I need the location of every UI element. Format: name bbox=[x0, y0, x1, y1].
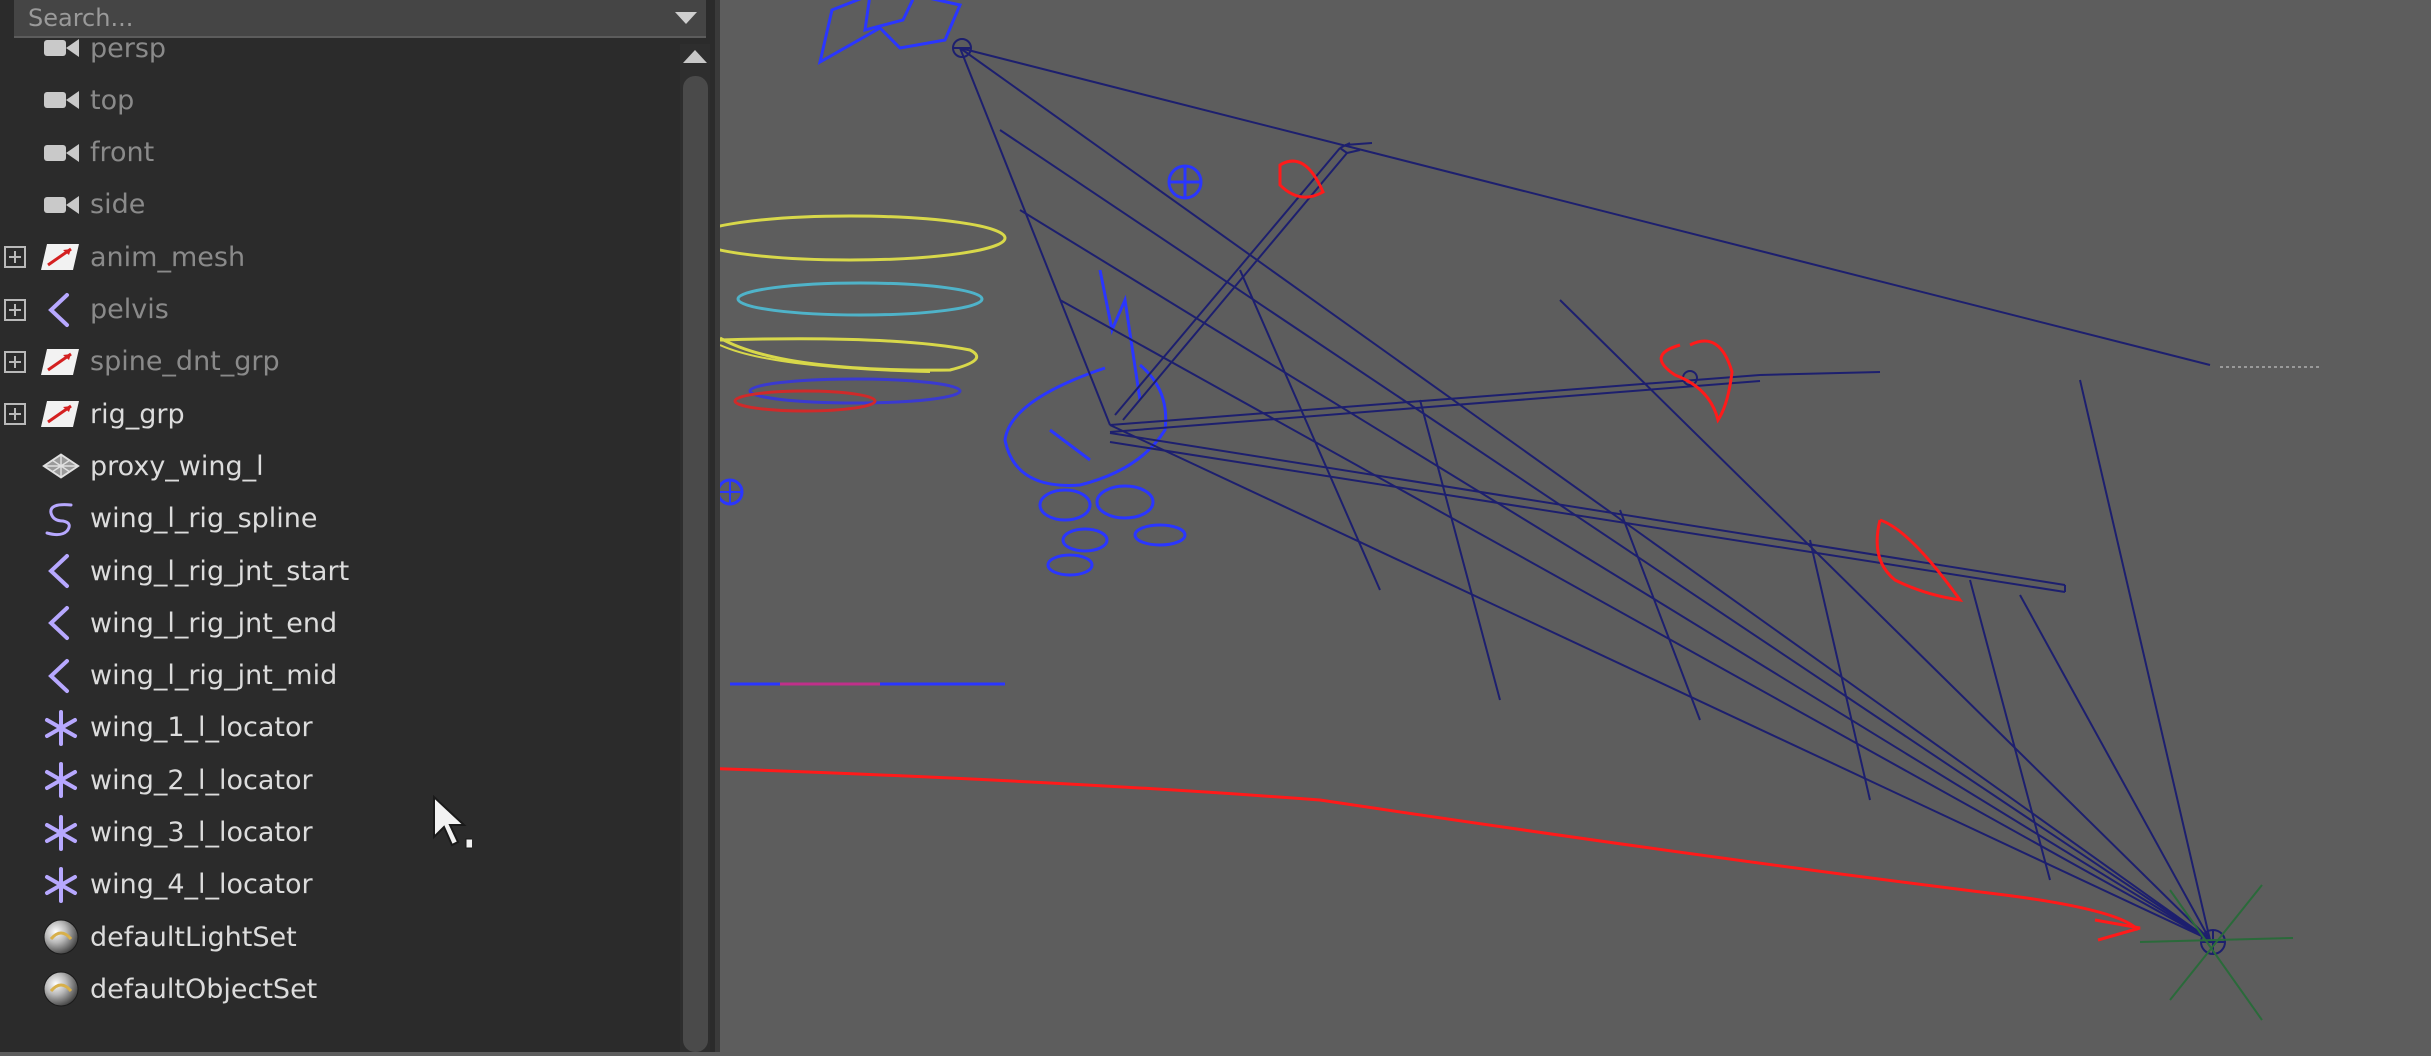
outliner-row[interactable]: side bbox=[0, 179, 680, 231]
outliner-item-label: anim_mesh bbox=[90, 241, 246, 273]
joint-icon bbox=[40, 602, 82, 644]
viewport-3d[interactable] bbox=[319, 0, 2431, 1052]
outliner-item-label: side bbox=[90, 189, 146, 221]
group-icon bbox=[40, 236, 82, 278]
outliner-item-label: wing_l_rig_jnt_mid bbox=[90, 660, 338, 692]
outliner-row[interactable]: pelvis bbox=[0, 284, 680, 336]
expand-icon[interactable] bbox=[4, 403, 26, 426]
camera-icon bbox=[40, 184, 82, 226]
viewport-canvas bbox=[319, 0, 2320, 1021]
outliner-row[interactable]: wing_4_l_locator bbox=[0, 859, 680, 911]
outliner-item-label: wing_l_rig_jnt_end bbox=[90, 607, 338, 639]
set-icon bbox=[40, 916, 82, 958]
outliner-row[interactable]: persp bbox=[0, 22, 680, 74]
outliner-row[interactable]: anim_mesh bbox=[0, 231, 680, 283]
camera-icon bbox=[40, 132, 82, 174]
outliner-row[interactable]: wing_l_rig_jnt_end bbox=[0, 597, 680, 649]
locator-icon bbox=[40, 759, 82, 801]
outliner-row[interactable]: proxy_wing_l bbox=[0, 440, 680, 492]
locator-icon bbox=[40, 707, 82, 749]
camera-icon bbox=[40, 79, 82, 121]
outliner-item-label: rig_grp bbox=[90, 398, 185, 430]
outliner-row[interactable]: wing_l_rig_jnt_mid bbox=[0, 650, 680, 702]
control-curves bbox=[693, 214, 1007, 686]
root-controls bbox=[1003, 164, 1203, 577]
outliner-row[interactable]: rig_grp bbox=[0, 388, 680, 440]
outliner-item-label: front bbox=[90, 137, 155, 169]
outliner-item-label: spine_dnt_grp bbox=[90, 346, 280, 378]
outliner-row[interactable]: wing_l_rig_spline bbox=[0, 493, 680, 545]
outliner-item-label: wing_3_l_locator bbox=[90, 817, 313, 848]
outliner-row[interactable]: defaultLightSet bbox=[0, 911, 680, 963]
red-annotations bbox=[319, 159, 2141, 942]
outliner-row[interactable]: top bbox=[0, 74, 680, 126]
scroll-up-arrow-icon[interactable] bbox=[683, 50, 707, 63]
outliner-row[interactable]: wing_3_l_locator bbox=[0, 807, 680, 859]
expand-icon[interactable] bbox=[4, 298, 26, 321]
outliner-item-label: wing_4_l_locator bbox=[90, 869, 313, 901]
expand-icon[interactable] bbox=[4, 350, 26, 373]
outliner-item-label: top bbox=[90, 84, 135, 116]
mouse-cursor-icon bbox=[433, 795, 472, 849]
camera-icon bbox=[40, 27, 82, 69]
expand-icon[interactable] bbox=[4, 246, 26, 269]
outliner-item-label: wing_2_l_locator bbox=[90, 764, 313, 796]
outliner-row[interactable]: spine_dnt_grp bbox=[0, 336, 680, 388]
locator-icon bbox=[40, 812, 82, 854]
group-icon bbox=[40, 341, 82, 383]
outliner-item-label: wing_l_rig_jnt_start bbox=[90, 555, 350, 587]
set-icon bbox=[40, 968, 82, 1010]
outliner-item-label: wing_l_rig_spline bbox=[90, 503, 318, 535]
group-icon bbox=[40, 393, 82, 435]
outliner-panel: Search... persp top front side anim_mesh pelv… bbox=[0, 0, 715, 1052]
outliner-item-label: proxy_wing_l bbox=[90, 450, 264, 482]
mesh-icon bbox=[40, 445, 82, 487]
outliner-row[interactable]: front bbox=[0, 127, 680, 179]
joint-icon bbox=[40, 655, 82, 697]
outliner-item-label: defaultLightSet bbox=[90, 921, 297, 953]
outliner-row[interactable]: wing_l_rig_jnt_start bbox=[0, 545, 680, 597]
outliner-item-label: persp bbox=[90, 32, 167, 64]
joint-icon bbox=[40, 289, 82, 331]
locator-icon bbox=[40, 864, 82, 906]
outliner-row[interactable]: wing_1_l_locator bbox=[0, 702, 680, 754]
outliner-row[interactable]: wing_2_l_locator bbox=[0, 754, 680, 806]
scrollbar-thumb[interactable] bbox=[683, 76, 708, 1052]
outliner-item-label: wing_1_l_locator bbox=[90, 712, 313, 744]
curve-icon bbox=[40, 498, 82, 540]
outliner-item-label: pelvis bbox=[90, 294, 169, 325]
top-arrow-control bbox=[817, 0, 963, 65]
outliner-row[interactable]: defaultObjectSet bbox=[0, 963, 680, 1015]
joint-icon bbox=[40, 550, 82, 592]
outliner-item-label: defaultObjectSet bbox=[90, 973, 318, 1005]
